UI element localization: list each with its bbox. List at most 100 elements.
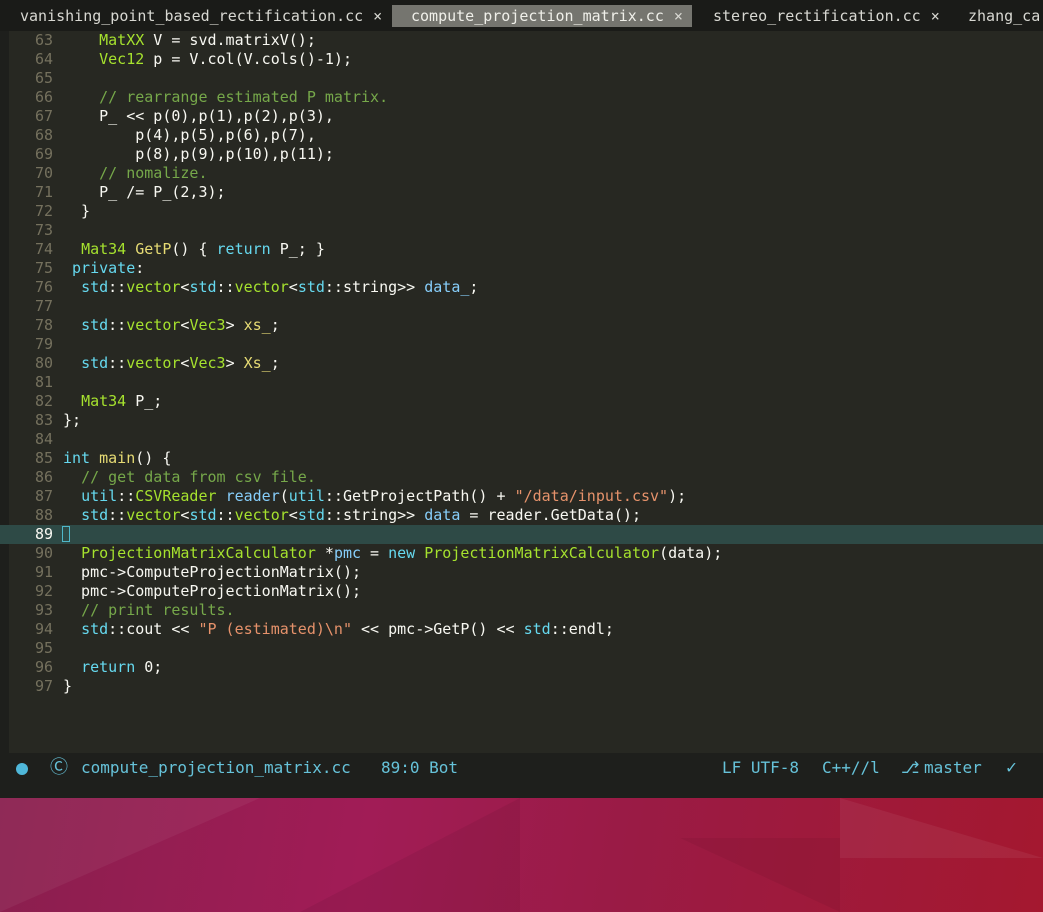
line-code: pmc->ComputeProjectionMatrix(); — [63, 563, 362, 581]
line-code: Vec12 p = V.col(V.cols()-1); — [99, 50, 352, 68]
line-number: 72 — [34, 202, 53, 220]
line-number: 96 — [34, 658, 53, 676]
line-code: std::vector<std::vector<std::string>> da… — [81, 278, 479, 296]
check-icon: ✓ — [1006, 757, 1017, 778]
line-code: std::vector<Vec3> Xs_; — [81, 354, 280, 372]
code-line[interactable]: 90 ProjectionMatrixCalculator *pmc = new… — [0, 544, 1043, 563]
code-line[interactable]: 81 — [0, 373, 1043, 392]
code-line[interactable]: 91 pmc->ComputeProjectionMatrix(); — [0, 563, 1043, 582]
code-line[interactable]: 69 p(8),p(9),p(10),p(11); — [0, 145, 1043, 164]
line-number: 70 — [34, 164, 53, 182]
line-number: 81 — [34, 373, 53, 391]
line-code: // print results. — [81, 601, 235, 619]
line-number: 92 — [34, 582, 53, 600]
status-filename[interactable]: compute_projection_matrix.cc — [81, 753, 351, 783]
line-number: 75 — [34, 259, 53, 277]
tab-compute-projection-matrix[interactable]: compute_projection_matrix.cc × — [392, 5, 692, 27]
close-icon[interactable]: × — [931, 7, 940, 25]
code-line[interactable]: 72 } — [0, 202, 1043, 221]
status-bar: Ⓒ compute_projection_matrix.cc 89:0 Bot … — [0, 753, 1043, 798]
line-code: // rearrange estimated P matrix. — [99, 88, 389, 106]
code-line[interactable]: 93 // print results. — [0, 601, 1043, 620]
line-number: 67 — [34, 107, 53, 125]
code-line[interactable]: 85 int main() { — [0, 449, 1043, 468]
code-line[interactable]: 78 std::vector<Vec3> xs_; — [0, 316, 1043, 335]
line-code: p(8),p(9),p(10),p(11); — [63, 145, 334, 163]
code-line[interactable]: 83}; — [0, 411, 1043, 430]
code-line[interactable]: 71 P_ /= P_(2,3); — [0, 183, 1043, 202]
close-icon[interactable]: × — [674, 7, 683, 25]
code-line[interactable]: 68 p(4),p(5),p(6),p(7), — [0, 126, 1043, 145]
line-code: P_ /= P_(2,3); — [63, 183, 226, 201]
line-code: return 0; — [81, 658, 163, 676]
line-number: 78 — [34, 316, 53, 334]
line-code: util::CSVReader reader(util::GetProjectP… — [81, 487, 687, 505]
tab-label: compute_projection_matrix.cc — [411, 7, 664, 25]
line-code: // get data from csv file. — [81, 468, 316, 486]
line-number: 90 — [34, 544, 53, 562]
line-code: MatXX V = svd.matrixV(); — [99, 31, 316, 49]
line-number: 68 — [34, 126, 53, 144]
code-line[interactable]: 86 // get data from csv file. — [0, 468, 1043, 487]
line-number: 89 — [34, 525, 53, 543]
cursor-position: 89:0 Bot — [381, 758, 459, 777]
code-editor[interactable]: 63 MatXX V = svd.matrixV(); 64 Vec12 p = … — [0, 31, 1043, 753]
line-code: std::vector<Vec3> xs_; — [81, 316, 280, 334]
code-line[interactable]: 73 — [0, 221, 1043, 240]
tab-stereo-rectification[interactable]: stereo_rectification.cc × — [713, 5, 940, 27]
code-line[interactable]: 94 std::cout << "P (estimated)\n" << pmc… — [0, 620, 1043, 639]
line-code: p(4),p(5),p(6),p(7), — [63, 126, 316, 144]
tab-vanishing-point-based-rectification[interactable]: vanishing_point_based_rectification.cc × — [20, 5, 382, 27]
line-code: ProjectionMatrixCalculator *pmc = new Pr… — [81, 544, 723, 562]
code-line[interactable]: 70 // nomalize. — [0, 164, 1043, 183]
code-line[interactable]: 75 private: — [0, 259, 1043, 278]
code-line[interactable]: 95 — [0, 639, 1043, 658]
code-line[interactable]: 88 std::vector<std::vector<std::string>>… — [0, 506, 1043, 525]
close-icon[interactable]: × — [373, 7, 382, 25]
tab-bar: vanishing_point_based_rectification.cc × … — [0, 0, 1043, 31]
code-line[interactable]: 79 — [0, 335, 1043, 354]
code-line[interactable]: 92 pmc->ComputeProjectionMatrix(); — [0, 582, 1043, 601]
current-line[interactable]: 89 — [0, 525, 1043, 544]
line-number: 97 — [34, 677, 53, 695]
line-code: } — [63, 202, 91, 220]
code-line[interactable]: 84 — [0, 430, 1043, 449]
line-number: 79 — [34, 335, 53, 353]
code-line[interactable]: 66 // rearrange estimated P matrix. — [0, 88, 1043, 107]
line-number: 64 — [34, 50, 53, 68]
encoding[interactable]: LF UTF-8 — [722, 753, 799, 783]
code-line[interactable]: 80 std::vector<Vec3> Xs_; — [0, 354, 1043, 373]
git-branch-icon: ⎇ — [901, 758, 920, 777]
line-number: 71 — [34, 183, 53, 201]
line-code: int main() { — [63, 449, 172, 467]
git-branch[interactable]: master — [924, 753, 982, 783]
code-line[interactable]: 65 — [0, 69, 1043, 88]
code-line[interactable]: 76 std::vector<std::vector<std::string>>… — [0, 278, 1043, 297]
desktop-wallpaper — [0, 798, 1043, 912]
line-number: 94 — [34, 620, 53, 638]
tab-zhang-calibration[interactable]: zhang_ca — [968, 5, 1040, 27]
code-line[interactable]: 87 util::CSVReader reader(util::GetProje… — [0, 487, 1043, 506]
line-number: 91 — [34, 563, 53, 581]
line-code: pmc->ComputeProjectionMatrix(); — [63, 582, 362, 600]
code-line[interactable]: 96 return 0; — [0, 658, 1043, 677]
line-number: 88 — [34, 506, 53, 524]
code-line[interactable]: 77 — [0, 297, 1043, 316]
code-line[interactable]: 82 Mat34 P_; — [0, 392, 1043, 411]
line-number: 66 — [34, 88, 53, 106]
major-mode[interactable]: C++//l — [822, 753, 880, 783]
line-number: 93 — [34, 601, 53, 619]
code-line[interactable]: 74 Mat34 GetP() { return P_; } — [0, 240, 1043, 259]
code-line[interactable]: 67 P_ << p(0),p(1),p(2),p(3), — [0, 107, 1043, 126]
code-line[interactable]: 64 Vec12 p = V.col(V.cols()-1); — [0, 50, 1043, 69]
line-number: 87 — [34, 487, 53, 505]
line-number: 63 — [34, 31, 53, 49]
line-number: 76 — [34, 278, 53, 296]
line-number: 82 — [34, 392, 53, 410]
code-line[interactable]: 63 MatXX V = svd.matrixV(); — [0, 31, 1043, 50]
code-line[interactable]: 97} — [0, 677, 1043, 696]
line-code: private: — [72, 259, 145, 277]
line-code: // nomalize. — [99, 164, 208, 182]
text-cursor — [62, 526, 70, 542]
modified-indicator-icon — [16, 763, 28, 775]
